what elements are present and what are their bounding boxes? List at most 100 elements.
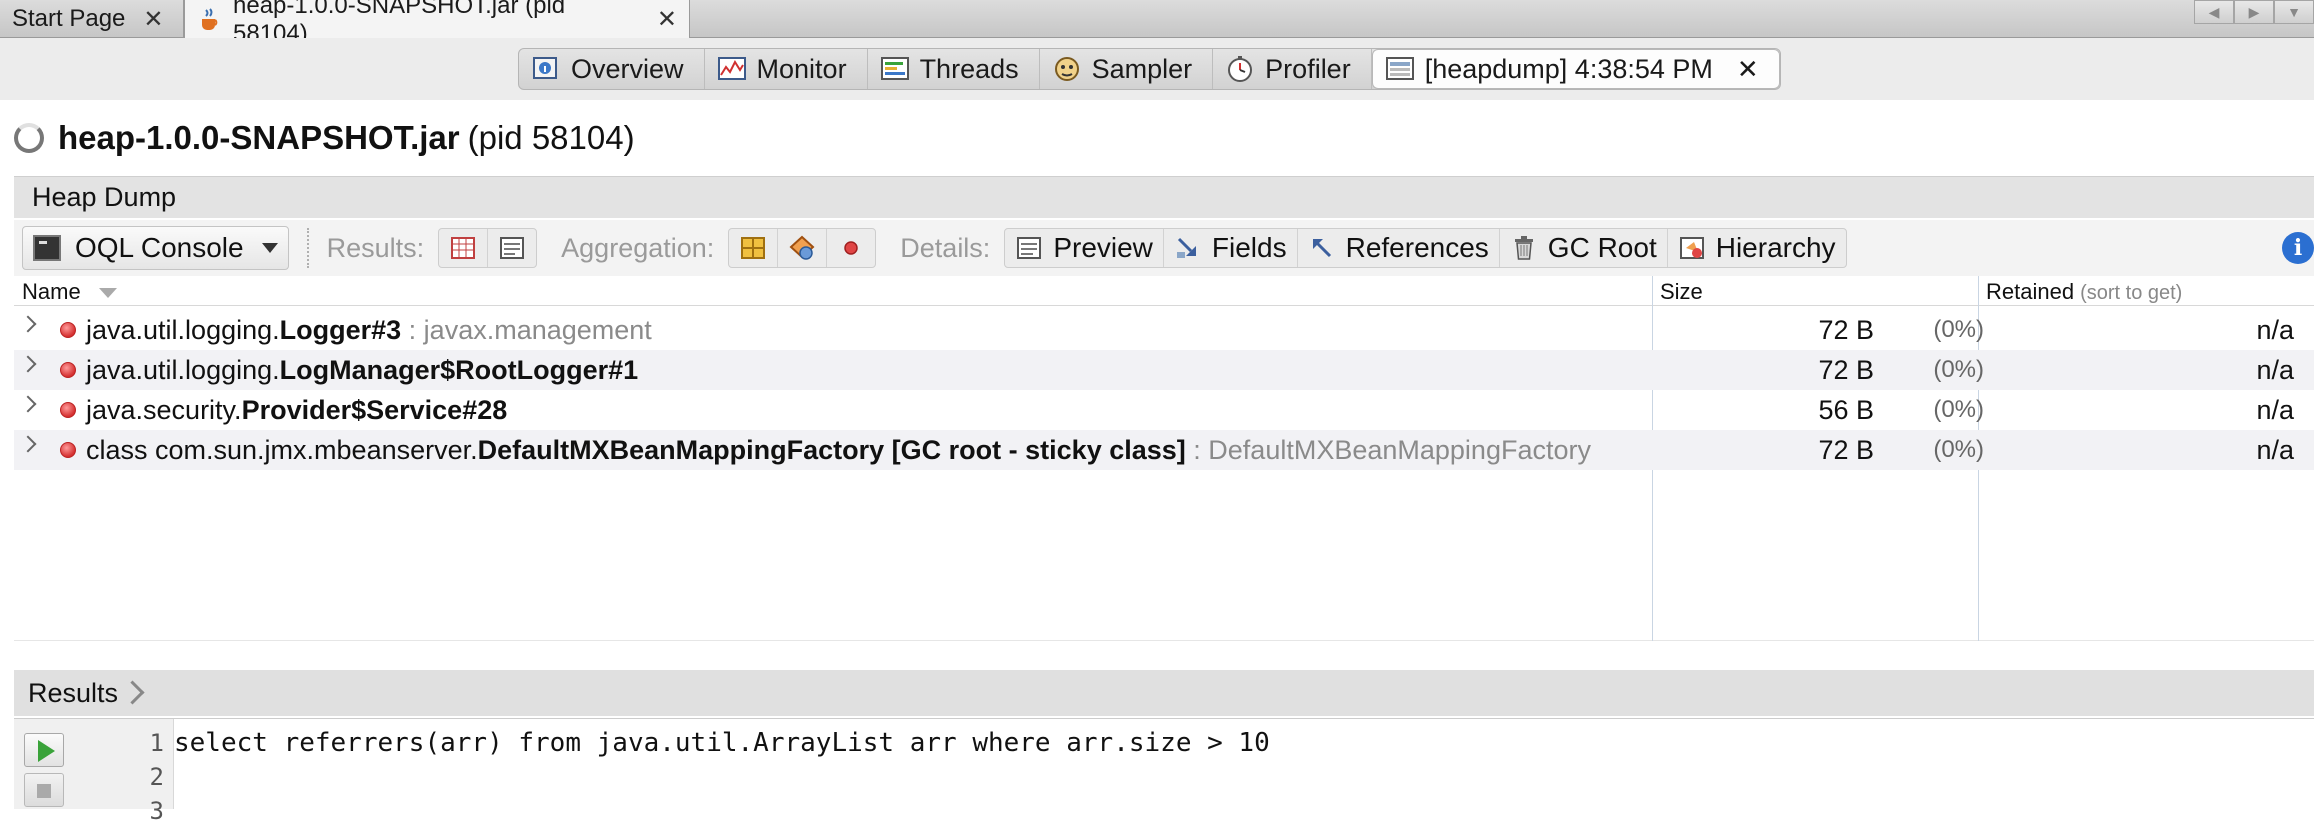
view-selector-dropdown[interactable]: OQL Console xyxy=(22,226,289,270)
column-label: Retained xyxy=(1986,279,2075,304)
name-class: LogManager$RootLogger#1 xyxy=(279,355,639,385)
retained-value: n/a xyxy=(2256,395,2294,425)
tab-label: Start Page xyxy=(12,5,126,32)
view-tab-bar: Overview Monitor Threads Sampler Profile… xyxy=(0,38,2314,100)
info-icon[interactable]: i xyxy=(2282,232,2314,264)
line-number: 2 xyxy=(149,763,164,791)
process-id: (pid 58104) xyxy=(467,119,635,156)
tab-monitor[interactable]: Monitor xyxy=(705,49,868,89)
tab-profiler[interactable]: Profiler xyxy=(1213,49,1372,89)
results-label: Results: xyxy=(326,232,425,263)
column-header-retained[interactable]: Retained (sort to get) xyxy=(1986,279,2182,305)
instance-icon xyxy=(60,362,76,378)
size-value: 56 B xyxy=(1818,395,1874,425)
tab-sampler[interactable]: Sampler xyxy=(1040,49,1214,89)
java-cup-icon xyxy=(197,7,223,33)
overview-icon xyxy=(531,55,561,83)
tab-threads[interactable]: Threads xyxy=(868,49,1040,89)
loading-spinner-icon xyxy=(14,123,44,153)
aggregate-packages-button[interactable] xyxy=(729,229,779,267)
scroll-right-button[interactable]: ▶ xyxy=(2234,0,2274,24)
tab-start-page[interactable]: Start Page ✕ xyxy=(0,0,184,38)
column-header-size[interactable]: Size xyxy=(1660,279,1703,305)
aggregate-classes-button[interactable] xyxy=(778,229,828,267)
column-header-name[interactable]: Name xyxy=(22,279,117,305)
dropdown-value: OQL Console xyxy=(75,232,244,263)
name-class: DefaultMXBeanMappingFactory [GC root - s… xyxy=(477,435,1186,465)
retained-value: n/a xyxy=(2256,435,2294,465)
size-percent: (0%) xyxy=(1933,396,1984,423)
expand-chevron-icon[interactable] xyxy=(19,315,37,333)
table-row[interactable]: class com.sun.jmx.mbeanserver.DefaultMXB… xyxy=(14,430,2314,470)
section-header: Heap Dump xyxy=(14,176,2314,218)
editor-gutter: 1 2 3 xyxy=(14,719,174,825)
size-percent: (0%) xyxy=(1933,356,1984,383)
results-title: Results xyxy=(28,677,119,708)
aggregation-label: Aggregation: xyxy=(561,232,715,263)
tab-heap-snapshot[interactable]: heap-1.0.0-SNAPSHOT.jar (pid 58104) ✕ xyxy=(184,0,690,47)
instance-name: java.security.Provider$Service#28 xyxy=(86,395,507,426)
scroll-left-button[interactable]: ◀ xyxy=(2194,0,2234,24)
button-label: References xyxy=(1345,232,1489,263)
close-icon[interactable]: ✕ xyxy=(657,5,677,34)
expand-chevron-icon[interactable] xyxy=(19,395,37,413)
size-value: 72 B xyxy=(1818,355,1874,385)
tab-label: Sampler xyxy=(1091,53,1193,84)
tab-label: Threads xyxy=(919,53,1019,84)
heap-toolbar: OQL Console Results: Aggregation: Detail… xyxy=(14,220,2314,276)
preview-icon xyxy=(1015,234,1043,262)
table-row[interactable]: java.util.logging.LogManager$RootLogger#… xyxy=(14,350,2314,390)
name-suffix: : DefaultMXBeanMappingFactory xyxy=(1185,435,1591,465)
line-number: 1 xyxy=(149,729,164,757)
gc-root-button[interactable]: GC Root xyxy=(1500,229,1668,267)
results-header[interactable]: Results xyxy=(14,670,2314,716)
instance-name: java.util.logging.LogManager$RootLogger#… xyxy=(86,355,638,386)
name-package: java.util.logging. xyxy=(86,315,280,345)
expand-chevron-icon[interactable] xyxy=(19,435,37,453)
close-icon[interactable]: ✕ xyxy=(143,5,163,34)
column-hint: (sort to get) xyxy=(2080,282,2183,304)
table-icon xyxy=(449,234,477,262)
tab-overview[interactable]: Overview xyxy=(519,49,705,89)
aggregate-instances-button[interactable] xyxy=(827,229,875,267)
details-label: Details: xyxy=(900,232,991,263)
table-header: Name Size Retained (sort to get) xyxy=(14,276,2314,306)
line-number: 3 xyxy=(149,797,164,825)
column-label: Size xyxy=(1660,279,1703,304)
oql-editor[interactable]: 1 2 3 select referrers(arr) from java.ut… xyxy=(14,718,2314,825)
tab-heapdump[interactable]: [heapdump] 4:38:54 PM ✕ xyxy=(1371,49,1780,89)
close-icon[interactable]: ✕ xyxy=(1737,54,1759,85)
tab-label: Profiler xyxy=(1265,53,1351,84)
name-package: java.security. xyxy=(86,395,242,425)
retained-value: n/a xyxy=(2256,355,2294,385)
fields-button[interactable]: Fields xyxy=(1164,229,1298,267)
preview-button[interactable]: Preview xyxy=(1005,229,1164,267)
table-view-button[interactable] xyxy=(439,229,489,267)
table-row[interactable]: java.util.logging.Logger#3 : javax.manag… xyxy=(14,310,2314,350)
stop-query-button[interactable] xyxy=(24,773,64,807)
page-title: heap-1.0.0-SNAPSHOT.jar (pid 58104) xyxy=(0,100,2314,176)
name-package: class com.sun.jmx.mbeanserver. xyxy=(86,435,478,465)
query-text[interactable]: select referrers(arr) from java.util.Arr… xyxy=(174,728,1270,758)
references-button[interactable]: References xyxy=(1298,229,1500,267)
class-icon xyxy=(60,442,76,458)
monitor-icon xyxy=(717,55,747,83)
tab-list-button[interactable]: ▼ xyxy=(2274,0,2314,24)
view-tab-group: Overview Monitor Threads Sampler Profile… xyxy=(518,48,1781,90)
retained-value: n/a xyxy=(2256,315,2294,345)
console-icon xyxy=(33,235,61,261)
results-view-group xyxy=(438,228,538,268)
hierarchy-icon xyxy=(1678,234,1706,262)
classes-icon xyxy=(788,234,816,262)
size-percent: (0%) xyxy=(1933,316,1984,343)
hierarchy-button[interactable]: Hierarchy xyxy=(1668,229,1846,267)
table-row[interactable]: java.security.Provider$Service#28 56 B (… xyxy=(14,390,2314,430)
size-value: 72 B xyxy=(1818,315,1874,345)
run-query-button[interactable] xyxy=(24,733,64,767)
packages-icon xyxy=(739,234,767,262)
details-group: Preview Fields References GC Root Hierar… xyxy=(1004,228,1847,268)
expand-chevron-icon[interactable] xyxy=(19,355,37,373)
text-view-button[interactable] xyxy=(488,229,536,267)
tab-label: Overview xyxy=(571,53,684,84)
instance-name: java.util.logging.Logger#3 : javax.manag… xyxy=(86,315,652,346)
